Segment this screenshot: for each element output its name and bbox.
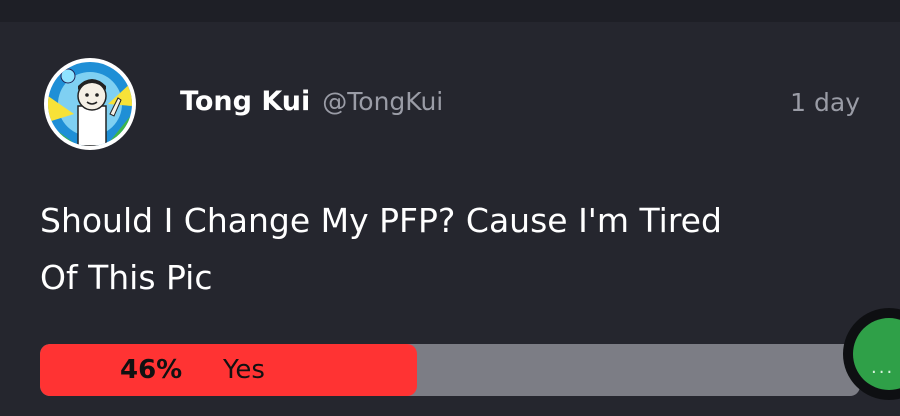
poll-option-label: Yes	[223, 355, 265, 385]
avatar-cartoon-icon	[48, 62, 132, 146]
post-body-line: Of This Pic	[40, 258, 213, 297]
poll-percent: 46%	[120, 355, 183, 385]
author-info: Tong Kui @TongKui	[180, 86, 443, 117]
post-body: Should I Change My PFP? Cause I'm Tired …	[40, 192, 840, 306]
author-name[interactable]: Tong Kui	[180, 86, 310, 117]
more-dots-icon: ···	[871, 362, 895, 383]
author-handle[interactable]: @TongKui	[322, 87, 443, 116]
post-card: Tong Kui @TongKui 1 day Should I Change …	[0, 22, 900, 416]
post-body-line: Should I Change My PFP? Cause I'm Tired	[40, 201, 722, 240]
poll-option-yes[interactable]: 46% Yes	[40, 344, 860, 396]
post-timestamp: 1 day	[790, 88, 860, 117]
top-bar	[0, 0, 900, 22]
author-avatar[interactable]	[44, 58, 136, 150]
